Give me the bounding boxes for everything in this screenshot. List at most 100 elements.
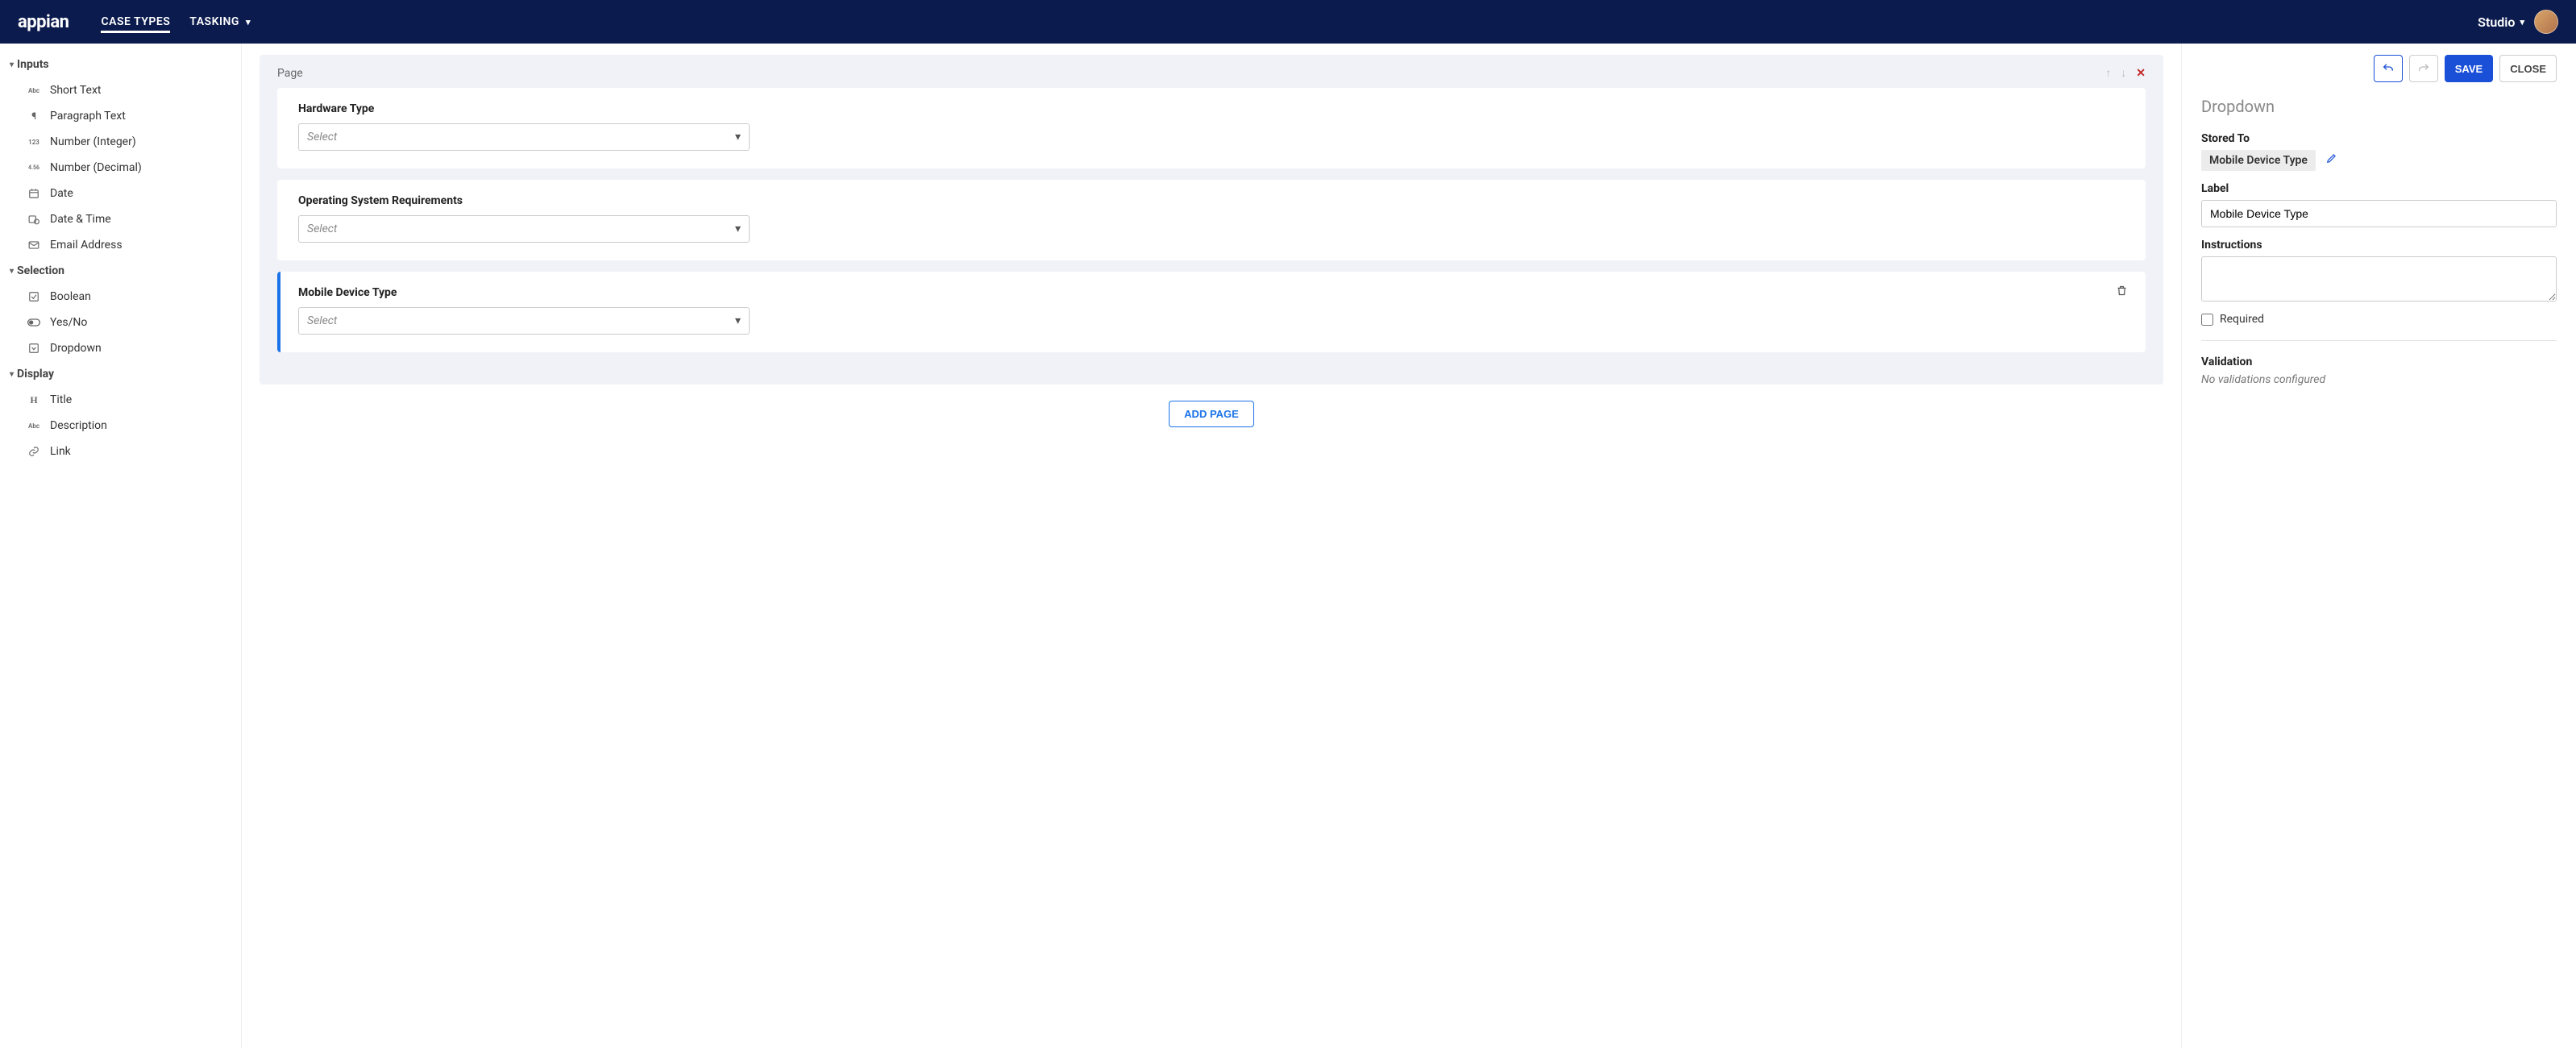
select-placeholder: Select (307, 222, 337, 235)
caret-down-icon: ▾ (10, 60, 14, 69)
details-toolbar: SAVE CLOSE (2201, 55, 2557, 82)
details-title: Dropdown (2201, 97, 2557, 116)
required-label: Required (2220, 313, 2264, 326)
field-card-hardware-type[interactable]: Hardware Type Select (277, 88, 2146, 168)
edit-stored-to-icon[interactable] (2326, 154, 2337, 167)
move-down-icon[interactable]: ↓ (2121, 66, 2126, 80)
label-input[interactable] (2201, 200, 2557, 227)
component-label: Short Text (50, 84, 102, 97)
save-label: SAVE (2455, 63, 2483, 75)
component-description[interactable]: Abc Description (5, 413, 236, 439)
component-link[interactable]: Link (5, 439, 236, 464)
select-placeholder: Select (307, 131, 337, 143)
component-number-decimal[interactable]: 4.56 Number (Decimal) (5, 155, 236, 181)
component-label: Title (50, 393, 72, 406)
component-title[interactable]: H Title (5, 387, 236, 413)
nav-tabs: CASE TYPES TASKING ▾ (101, 10, 251, 33)
nav-tab-tasking[interactable]: TASKING ▾ (189, 10, 251, 33)
group-title: Selection (17, 264, 64, 277)
required-checkbox[interactable] (2201, 314, 2213, 326)
decimal-icon: 4.56 (27, 161, 40, 174)
label-label: Label (2201, 182, 2557, 195)
move-up-icon[interactable]: ↑ (2105, 66, 2111, 80)
group-title: Inputs (17, 58, 49, 71)
component-short-text[interactable]: Abc Short Text (5, 77, 236, 103)
instructions-label: Instructions (2201, 239, 2557, 252)
redo-button[interactable] (2409, 55, 2438, 82)
add-page-button[interactable]: ADD PAGE (1169, 401, 1254, 427)
brand-logo: appian (18, 12, 69, 32)
component-email[interactable]: Email Address (5, 232, 236, 258)
page-title: Page (277, 67, 2096, 80)
stored-to-value: Mobile Device Type (2209, 154, 2308, 167)
field-card-os-requirements[interactable]: Operating System Requirements Select (277, 180, 2146, 260)
component-label: Number (Decimal) (50, 161, 142, 174)
link-icon (27, 445, 40, 458)
group-header-inputs[interactable]: ▾ Inputs (5, 52, 236, 77)
validation-label: Validation (2201, 356, 2557, 368)
group-title: Display (17, 368, 54, 381)
delete-field-icon[interactable] (2116, 285, 2128, 300)
select-placeholder: Select (307, 314, 337, 327)
close-label: CLOSE (2510, 63, 2546, 75)
field-select[interactable]: Select (298, 123, 750, 151)
required-row[interactable]: Required (2201, 313, 2557, 326)
text-icon: Abc (27, 84, 40, 97)
nav-tab-label: CASE TYPES (101, 15, 170, 28)
group-header-selection[interactable]: ▾ Selection (5, 258, 236, 284)
component-yes-no[interactable]: Yes/No (5, 310, 236, 335)
component-label: Date (50, 187, 73, 200)
component-label: Link (50, 445, 71, 458)
component-label: Yes/No (50, 316, 87, 329)
nav-tab-case-types[interactable]: CASE TYPES (101, 10, 170, 33)
instructions-input[interactable] (2201, 256, 2557, 302)
component-dropdown[interactable]: Dropdown (5, 335, 236, 361)
save-button[interactable]: SAVE (2445, 55, 2493, 82)
component-paragraph-text[interactable]: ¶ Paragraph Text (5, 103, 236, 129)
component-date-time[interactable]: Date & Time (5, 206, 236, 232)
close-button[interactable]: CLOSE (2499, 55, 2557, 82)
heading-icon: H (27, 393, 40, 406)
component-label: Paragraph Text (50, 110, 126, 123)
field-label: Hardware Type (298, 102, 2125, 115)
group-header-display[interactable]: ▾ Display (5, 361, 236, 387)
field-label: Operating System Requirements (298, 194, 2125, 207)
number-icon: 123 (27, 135, 40, 148)
stored-to-chip: Mobile Device Type (2201, 150, 2316, 171)
page-card: Page ↑ ↓ ✕ Hardware Type Select Operatin… (260, 55, 2163, 385)
top-bar: appian CASE TYPES TASKING ▾ Studio ▾ (0, 0, 2576, 44)
topbar-right: Studio ▾ (2478, 10, 2558, 34)
nav-tab-label: TASKING (189, 15, 239, 28)
add-page-label: ADD PAGE (1184, 408, 1239, 420)
component-label: Boolean (50, 290, 91, 303)
component-label: Email Address (50, 239, 123, 252)
component-number-integer[interactable]: 123 Number (Integer) (5, 129, 236, 155)
component-label: Description (50, 419, 107, 432)
undo-button[interactable] (2374, 55, 2403, 82)
brand-text: appian (18, 12, 69, 32)
studio-menu[interactable]: Studio ▾ (2478, 15, 2524, 30)
details-panel: SAVE CLOSE Dropdown Stored To Mobile Dev… (2181, 44, 2576, 1048)
component-label: Date & Time (50, 213, 111, 226)
divider (2201, 340, 2557, 341)
form-canvas: Page ↑ ↓ ✕ Hardware Type Select Operatin… (242, 44, 2181, 1048)
studio-label: Studio (2478, 15, 2515, 30)
field-select[interactable]: Select (298, 215, 750, 243)
mail-icon (27, 239, 40, 252)
checkbox-icon (27, 290, 40, 303)
text-icon: Abc (27, 419, 40, 432)
calendar-icon (27, 187, 40, 200)
calendar-clock-icon (27, 213, 40, 226)
field-select[interactable]: Select (298, 307, 750, 335)
field-card-mobile-device-type[interactable]: Mobile Device Type Select (277, 272, 2146, 352)
component-label: Number (Integer) (50, 135, 136, 148)
chevron-down-icon: ▾ (246, 17, 251, 27)
component-boolean[interactable]: Boolean (5, 284, 236, 310)
page-header: Page ↑ ↓ ✕ (260, 55, 2163, 88)
user-avatar[interactable] (2534, 10, 2558, 34)
field-label: Mobile Device Type (298, 286, 2125, 299)
dropdown-icon (27, 342, 40, 355)
component-date[interactable]: Date (5, 181, 236, 206)
caret-down-icon: ▾ (10, 370, 14, 379)
delete-page-icon[interactable]: ✕ (2136, 67, 2146, 80)
